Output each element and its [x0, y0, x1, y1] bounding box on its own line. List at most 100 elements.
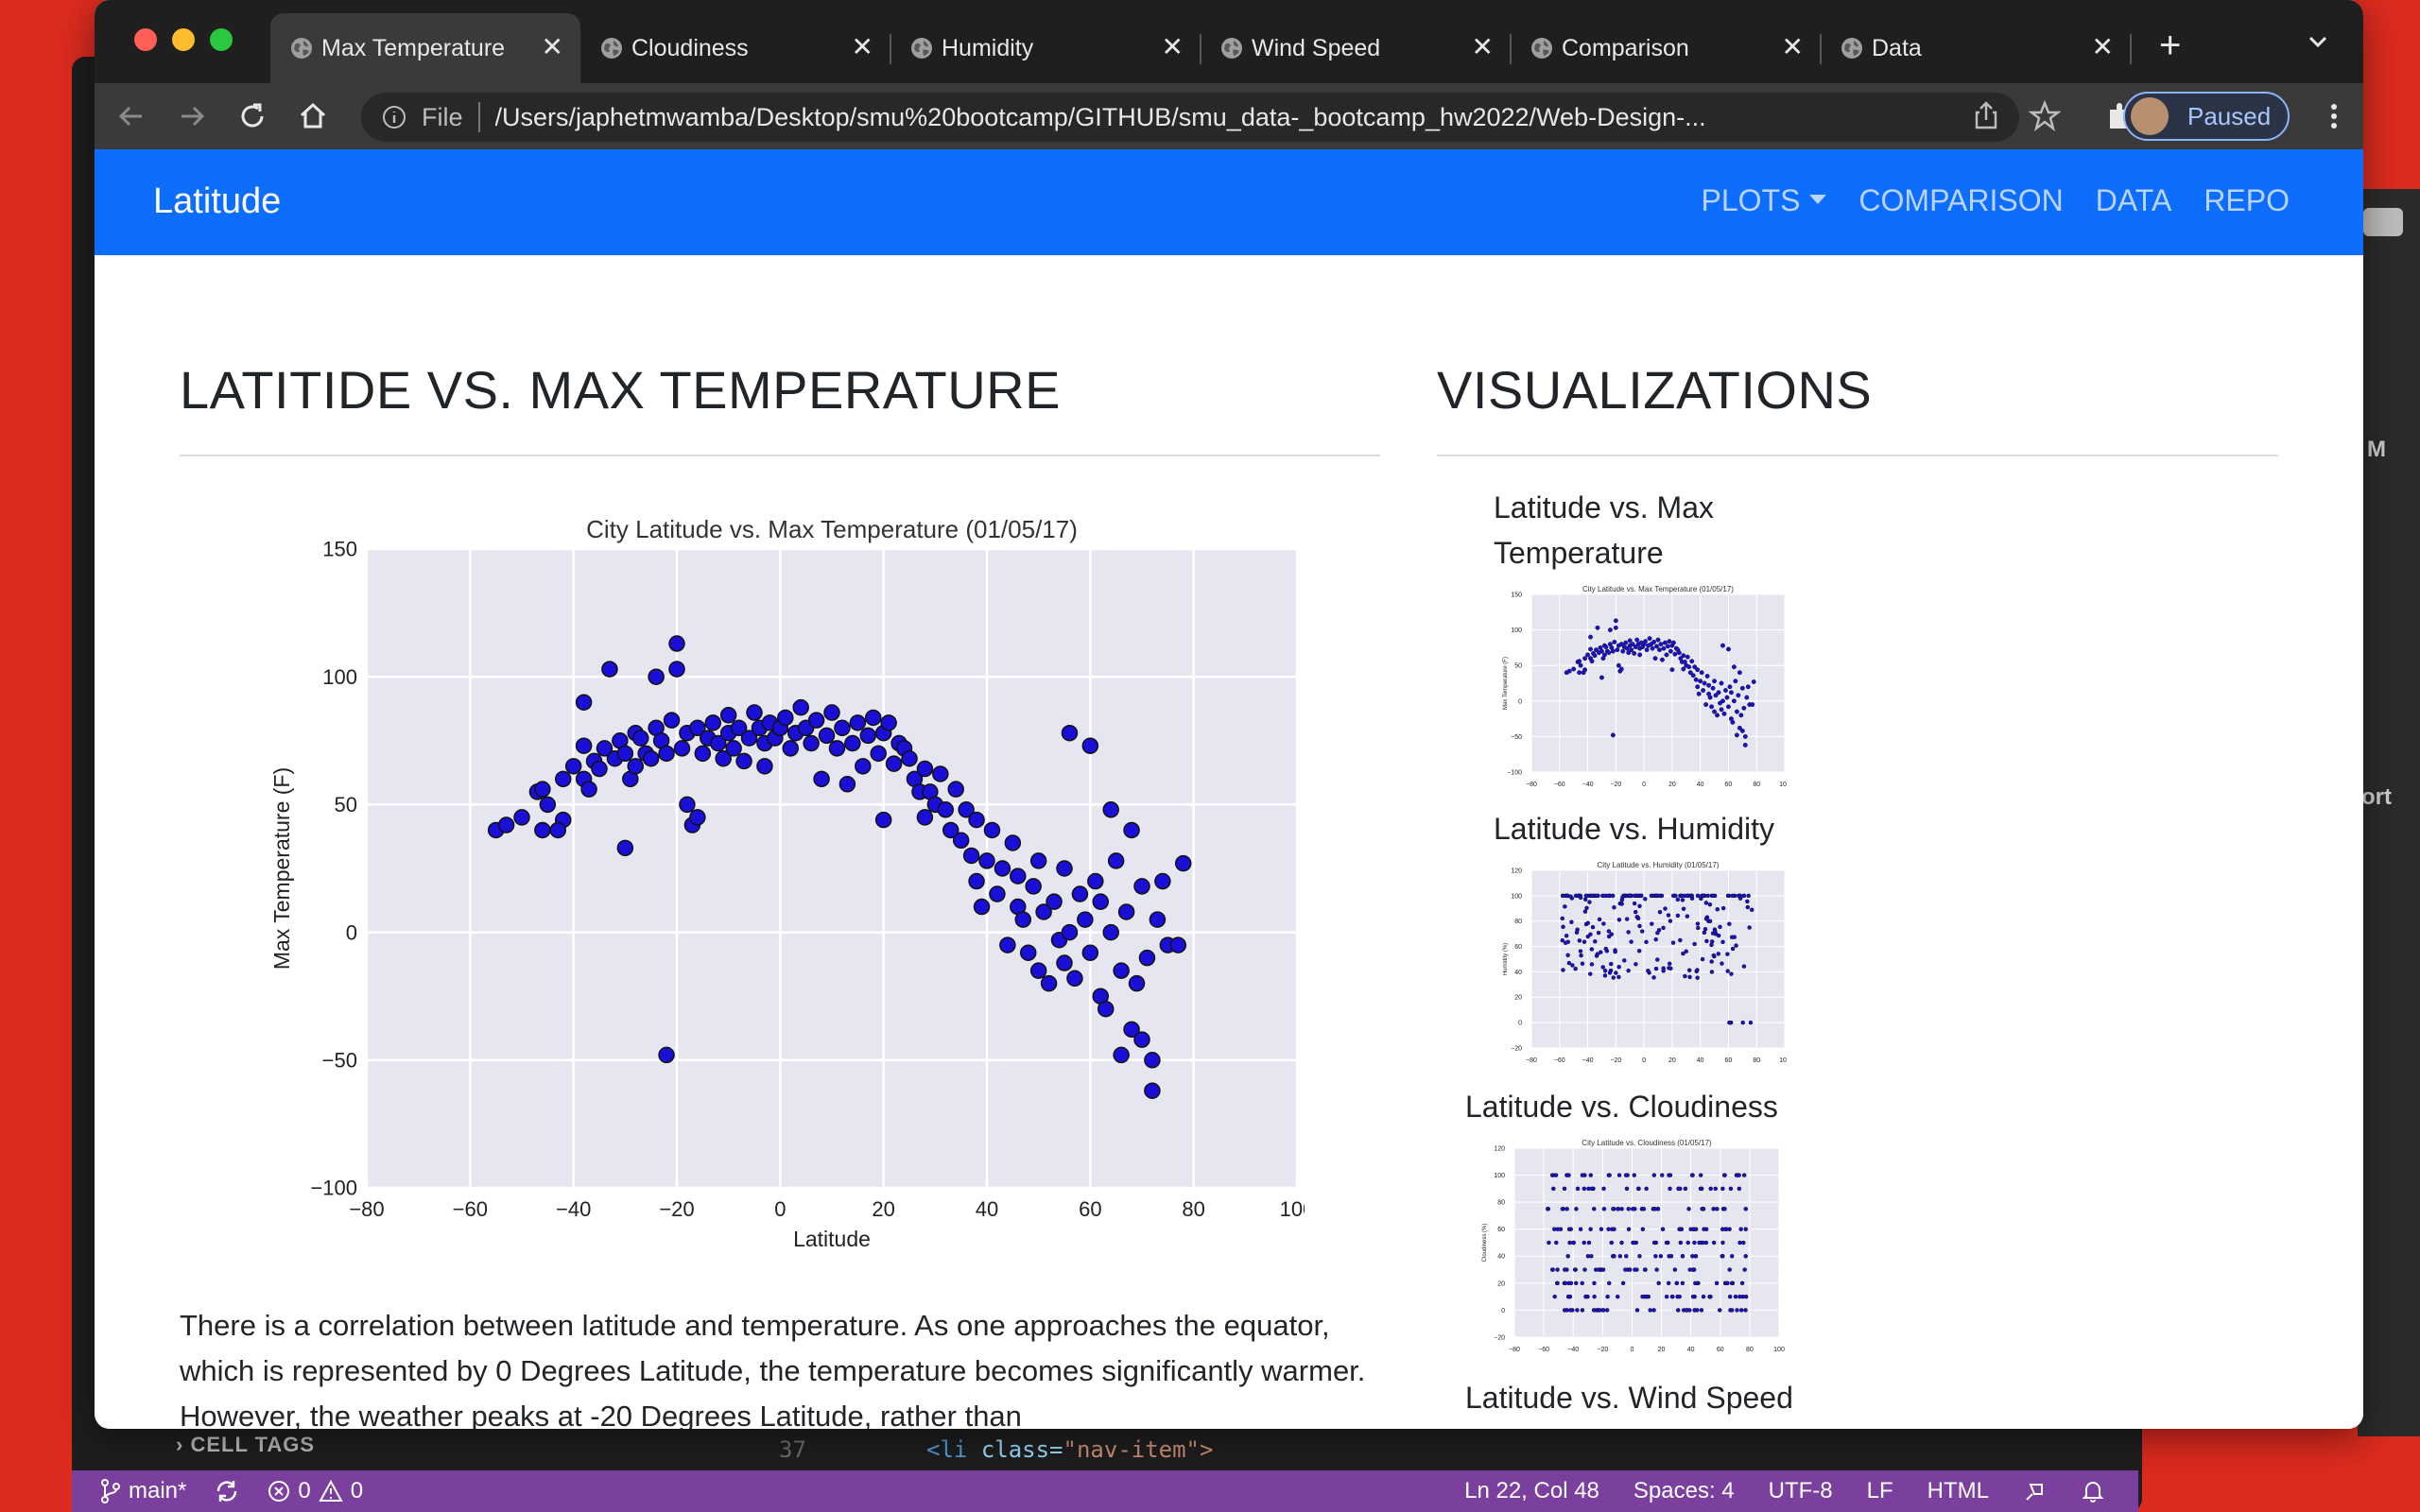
data-point [1741, 1173, 1747, 1177]
data-point [937, 801, 955, 818]
data-point [591, 760, 608, 778]
data-point [1657, 647, 1662, 653]
tab-wind-speed[interactable]: Wind Speed ✕ [1201, 13, 1512, 83]
globe-icon [1531, 38, 1552, 59]
tab-close-icon[interactable]: ✕ [542, 34, 563, 60]
navbar-brand[interactable]: Latitude [153, 181, 281, 222]
data-point [1564, 933, 1569, 938]
indentation[interactable]: Spaces: 4 [1634, 1478, 1735, 1504]
viz-item-cloudiness[interactable]: Latitude vs. Cloudiness City Latitude vs… [1465, 1084, 2278, 1362]
data-point [1655, 957, 1660, 962]
x-tick-label: 40 [1697, 782, 1704, 788]
tab-max-temperature[interactable]: Max Temperature ✕ [270, 13, 580, 83]
data-point [1620, 648, 1626, 654]
data-point [1561, 924, 1565, 930]
data-point [1113, 962, 1130, 979]
data-point [1551, 1186, 1556, 1192]
viz-item-humidity[interactable]: Latitude vs. Humidity City Latitude vs. … [1494, 806, 2278, 1074]
branch-indicator[interactable]: main* [100, 1478, 186, 1504]
y-tick-label: 100 [1511, 893, 1522, 900]
data-point [823, 704, 840, 721]
data-point [813, 770, 830, 788]
nav-comparison[interactable]: COMPARISON [1858, 183, 2063, 218]
tab-close-icon[interactable]: ✕ [1472, 34, 1494, 60]
data-point [1623, 1173, 1629, 1177]
data-point [1657, 909, 1663, 915]
background-window-edge [2358, 189, 2420, 1436]
data-point [1711, 1240, 1717, 1246]
thumbnail-max-temperature[interactable]: City Latitude vs. Max Temperature (01/05… [1494, 581, 1787, 799]
address-bar[interactable]: File /Users/japhetmwamba/Desktop/smu%20b… [361, 93, 2019, 142]
data-point [1720, 1254, 1724, 1259]
data-point [1745, 904, 1751, 910]
data-point [1613, 625, 1618, 630]
share-icon[interactable] [1970, 100, 2002, 132]
data-point [601, 661, 618, 678]
data-point [1564, 1207, 1569, 1211]
tab-data[interactable]: Data ✕ [1821, 13, 2132, 83]
minimize-window-button[interactable] [172, 28, 195, 51]
tab-comparison[interactable]: Comparison ✕ [1511, 13, 1822, 83]
reload-icon[interactable] [236, 100, 268, 132]
data-point [1666, 1280, 1671, 1286]
problems-indicator[interactable]: 0 0 [268, 1478, 363, 1504]
y-tick-label: −100 [1507, 769, 1522, 776]
bookmark-star-icon[interactable] [2029, 100, 2061, 132]
nav-plots-dropdown[interactable]: PLOTS [1701, 183, 1827, 218]
data-point [1721, 711, 1727, 716]
close-window-button[interactable] [134, 28, 157, 51]
data-point [1601, 921, 1606, 926]
data-point [1561, 893, 1565, 899]
bell-icon[interactable] [2082, 1479, 2104, 1503]
data-point [1029, 852, 1047, 869]
sync-button[interactable] [215, 1479, 239, 1503]
x-tick-label: 40 [1697, 1057, 1704, 1064]
tab-close-icon[interactable]: ✕ [852, 34, 873, 60]
data-point [1658, 1254, 1664, 1259]
thumbnail-humidity[interactable]: City Latitude vs. Humidity (01/05/17) −80… [1494, 857, 1787, 1074]
language-mode[interactable]: HTML [1927, 1478, 1989, 1504]
tab-close-icon[interactable]: ✕ [1782, 34, 1804, 60]
info-icon[interactable] [382, 105, 406, 129]
tab-cloudiness[interactable]: Cloudiness ✕ [580, 13, 891, 83]
maximize-window-button[interactable] [210, 28, 233, 51]
nav-repo[interactable]: REPO [2204, 183, 2290, 218]
data-point [1720, 1186, 1725, 1192]
data-point [1616, 1207, 1620, 1211]
data-point [1681, 906, 1686, 911]
data-point [1637, 903, 1642, 909]
data-point [1651, 1207, 1656, 1211]
data-point [1690, 1294, 1696, 1299]
tab-close-icon[interactable]: ✕ [2092, 34, 2114, 60]
encoding[interactable]: UTF-8 [1769, 1478, 1833, 1504]
data-point [642, 749, 660, 767]
url-text[interactable]: /Users/japhetmwamba/Desktop/smu%20bootca… [495, 103, 1706, 132]
tab-close-icon[interactable]: ✕ [1162, 34, 1184, 60]
feedback-icon[interactable] [2023, 1479, 2048, 1503]
back-arrow-icon[interactable] [115, 100, 147, 132]
data-point [880, 714, 897, 731]
tabs: Max Temperature ✕ Cloudiness ✕ Humidity ✕ Wind… [270, 13, 2132, 83]
end-of-line[interactable]: LF [1867, 1478, 1893, 1504]
nav-data[interactable]: DATA [2096, 183, 2172, 218]
viz-item-wind-speed[interactable]: Latitude vs. Wind Speed [1465, 1375, 2278, 1420]
home-icon[interactable] [297, 100, 329, 132]
tab-search-chevron-icon[interactable] [2307, 30, 2329, 53]
profile-button[interactable]: Paused [2123, 92, 2290, 141]
viz-item-max-temperature[interactable]: Latitude vs. Max Temperature City Latitu… [1494, 485, 1787, 799]
new-tab-button[interactable]: + [2159, 26, 2181, 64]
data-point [1731, 664, 1737, 670]
data-point [1716, 690, 1721, 696]
data-point [952, 832, 970, 850]
thumbnail-cloudiness[interactable]: City Latitude vs. Cloudiness (01/05/17) −… [1465, 1135, 1787, 1362]
more-menu-icon[interactable] [2327, 100, 2341, 132]
data-point [1616, 662, 1621, 668]
cell-tags-header[interactable]: › CELL TAGS [176, 1433, 315, 1457]
tab-humidity[interactable]: Humidity ✕ [890, 13, 1201, 83]
x-tick-label: 80 [1753, 1057, 1760, 1064]
cursor-position[interactable]: Ln 22, Col 48 [1464, 1478, 1599, 1504]
forward-arrow-icon[interactable] [176, 100, 208, 132]
data-point [1149, 911, 1167, 928]
x-tick-label: −80 [349, 1197, 384, 1221]
data-point [1587, 900, 1592, 904]
